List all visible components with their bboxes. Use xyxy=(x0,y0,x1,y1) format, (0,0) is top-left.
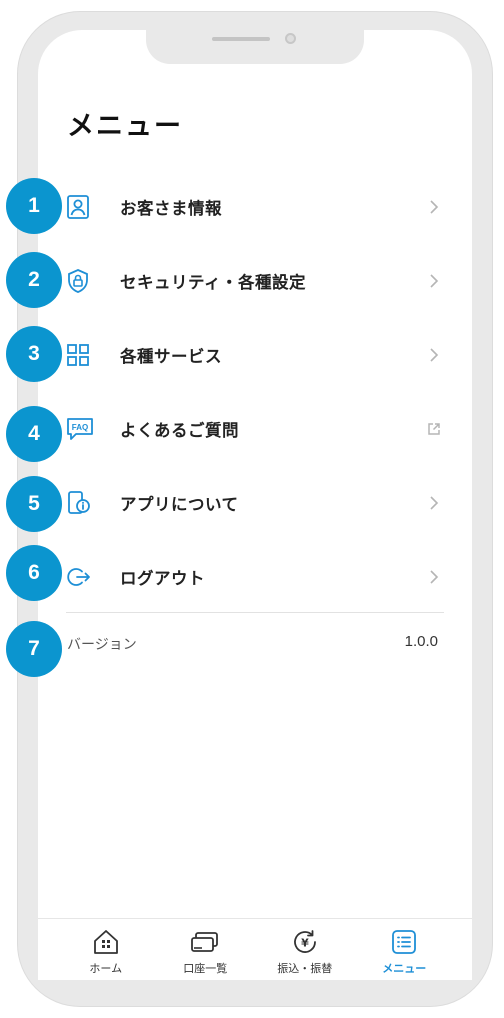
svg-text:¥: ¥ xyxy=(301,937,309,950)
phone-info-icon xyxy=(66,485,102,521)
chevron-right-icon xyxy=(426,272,442,290)
tab-label: 振込・振替 xyxy=(277,962,333,975)
tab-accounts[interactable]: 口座一覧 xyxy=(160,927,250,980)
bottom-tab-bar: ホーム 口座一覧 ¥ 振込・振替 メニュー xyxy=(38,918,472,980)
faq-icon: FAQ xyxy=(66,411,102,447)
tab-label: ホーム xyxy=(89,962,123,975)
chevron-right-icon xyxy=(426,494,442,512)
menu-item-faq[interactable]: FAQ よくあるご質問 xyxy=(66,402,444,456)
version-label: バージョン xyxy=(67,637,137,653)
step-badge: 4 xyxy=(6,406,62,462)
menu-item-logout[interactable]: ログアウト xyxy=(66,550,444,604)
step-badge: 6 xyxy=(6,545,62,601)
grid-icon xyxy=(66,337,102,373)
step-badge: 7 xyxy=(6,621,62,677)
page-title: メニュー xyxy=(67,111,183,142)
menu-item-label: セキュリティ・各種設定 xyxy=(120,273,307,292)
menu-item-services[interactable]: 各種サービス xyxy=(66,328,444,382)
chevron-right-icon xyxy=(426,346,442,364)
menu-item-security-settings[interactable]: セキュリティ・各種設定 xyxy=(66,254,444,308)
logout-icon xyxy=(66,559,102,595)
tab-label: メニュー xyxy=(382,962,427,975)
menu-item-customer-info[interactable]: お客さま情報 xyxy=(66,180,444,234)
version-value: 1.0.0 xyxy=(404,633,438,650)
menu-item-label: お客さま情報 xyxy=(120,199,222,218)
tab-home[interactable]: ホーム xyxy=(61,927,151,980)
tab-label: 口座一覧 xyxy=(183,962,228,975)
step-badge: 1 xyxy=(6,178,62,234)
menu-item-label: 各種サービス xyxy=(120,347,222,366)
tab-menu[interactable]: メニュー xyxy=(359,927,449,980)
shield-lock-icon xyxy=(66,263,102,299)
external-link-icon xyxy=(426,420,442,438)
cards-icon xyxy=(190,927,220,957)
user-card-icon xyxy=(66,189,102,225)
chevron-right-icon xyxy=(426,198,442,216)
phone-notch xyxy=(146,30,364,64)
menu-item-about-app[interactable]: アプリについて xyxy=(66,476,444,530)
speaker-grille xyxy=(212,37,270,41)
menu-item-label: アプリについて xyxy=(120,495,239,514)
tab-transfer[interactable]: ¥ 振込・振替 xyxy=(260,927,350,980)
step-badge: 5 xyxy=(6,476,62,532)
yen-transfer-icon: ¥ xyxy=(290,927,320,957)
menu-item-label: よくあるご質問 xyxy=(120,421,239,440)
home-icon xyxy=(91,927,121,957)
divider xyxy=(66,612,444,613)
step-badge: 3 xyxy=(6,326,62,382)
step-badge: 2 xyxy=(6,252,62,308)
front-camera xyxy=(285,33,296,44)
svg-text:FAQ: FAQ xyxy=(72,423,88,432)
menu-list-icon xyxy=(389,927,419,957)
menu-item-label: ログアウト xyxy=(120,569,205,588)
chevron-right-icon xyxy=(426,568,442,586)
